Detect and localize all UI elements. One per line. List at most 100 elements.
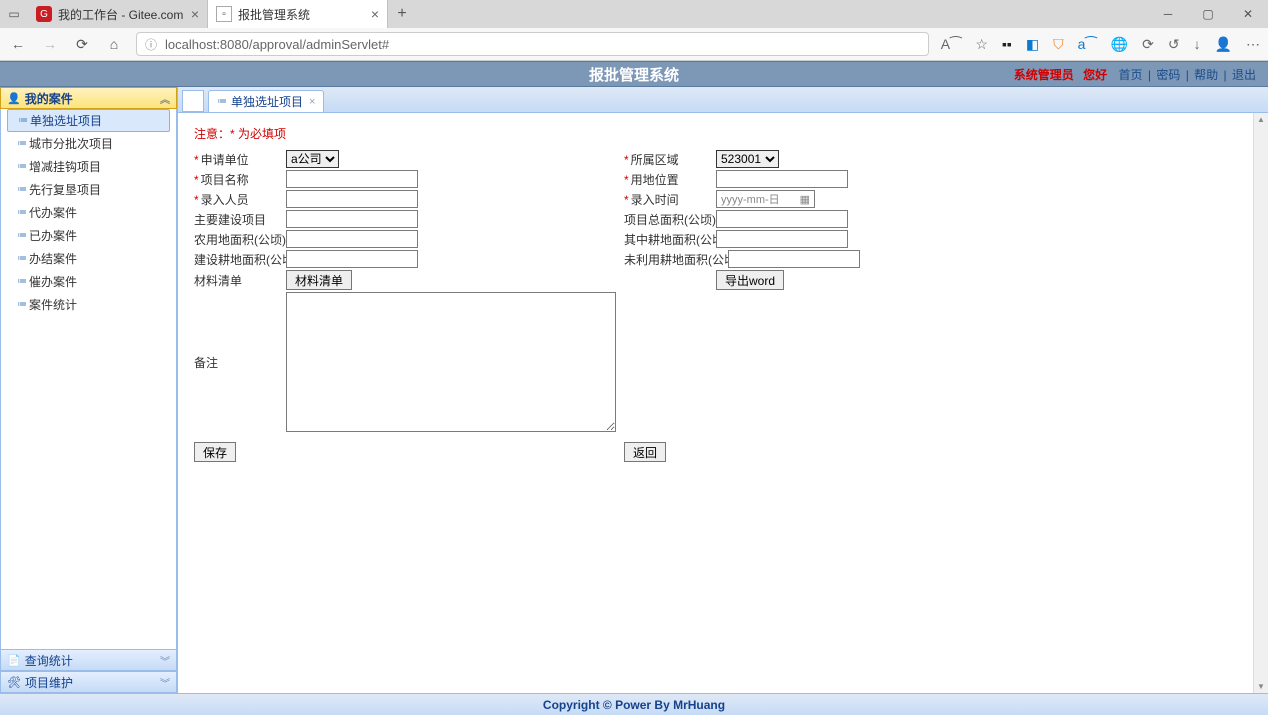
input-entry-time[interactable]: yyyy-mm-日 ▦: [716, 190, 815, 208]
list-icon: ≔: [17, 276, 25, 287]
sync-icon[interactable]: ⟳: [1142, 36, 1154, 53]
list-icon: ≔: [217, 96, 225, 107]
input-farm-area[interactable]: [286, 230, 418, 248]
sidebar-item-increase-hook[interactable]: ≔ 增减挂钩项目: [7, 155, 170, 178]
nav-logout-link[interactable]: 退出: [1232, 68, 1256, 82]
url-input[interactable]: [165, 37, 920, 52]
sidebar-item-label: 案件统计: [29, 296, 77, 313]
form-notice: 注意：* 为必填项: [194, 125, 1252, 142]
site-info-icon[interactable]: ⓘ: [145, 36, 157, 53]
input-cultivated-area[interactable]: [716, 230, 848, 248]
profile-avatar-icon[interactable]: 👤: [1215, 36, 1232, 53]
input-unused-cultivated[interactable]: [728, 250, 860, 268]
close-window-button[interactable]: ✕: [1228, 0, 1268, 28]
nav-password-link[interactable]: 密码: [1156, 68, 1180, 82]
nav-home-link[interactable]: 首页: [1119, 68, 1143, 82]
sidebar: 👤 我的案件 ︽ ≔单独选址项目 ≔城市分批次项目 ≔ 增减挂钩项目 ≔先行复垦项…: [0, 87, 178, 693]
date-placeholder: yyyy-mm-日: [721, 191, 780, 207]
panel-header-my-cases[interactable]: 👤 我的案件 ︽: [0, 87, 177, 109]
save-button[interactable]: 保存: [194, 442, 236, 462]
globe-icon[interactable]: 🌐: [1111, 36, 1128, 53]
panel-body-my-cases: ≔单独选址项目 ≔城市分批次项目 ≔ 增减挂钩项目 ≔先行复垦项目 ≔代办案件 ≔…: [0, 109, 177, 649]
back-button[interactable]: 返回: [624, 442, 666, 462]
history-icon[interactable]: ↺: [1168, 36, 1180, 53]
list-icon: ≔: [17, 138, 25, 149]
expand-icon[interactable]: ︾: [160, 653, 170, 668]
label-main-build: 主要建设项目: [194, 211, 286, 228]
maximize-button[interactable]: ▢: [1188, 0, 1228, 28]
greeting: 您好: [1083, 68, 1107, 82]
back-button[interactable]: ←: [8, 36, 28, 52]
input-build-cultivated[interactable]: [286, 250, 418, 268]
panel-header-query-stats[interactable]: 📄 查询统计 ︾: [0, 649, 177, 671]
list-icon: ≔: [18, 115, 26, 126]
label-apply-unit: 申请单位: [201, 153, 249, 167]
label-land-location: 用地位置: [631, 173, 679, 187]
input-entry-person[interactable]: [286, 190, 418, 208]
refresh-button[interactable]: ⟳: [72, 36, 92, 53]
input-total-area[interactable]: [716, 210, 848, 228]
nav-help-link[interactable]: 帮助: [1194, 68, 1218, 82]
translate-icon[interactable]: a⁀: [1078, 36, 1097, 53]
sidebar-item-urge[interactable]: ≔ 催办案件: [7, 270, 170, 293]
blank-tab-slot[interactable]: [182, 90, 204, 112]
sidebar-item-stats[interactable]: ≔案件统计: [7, 293, 170, 316]
textarea-remark[interactable]: [286, 292, 616, 432]
calendar-icon[interactable]: ▦: [800, 193, 810, 206]
label-remark: 备注: [194, 354, 286, 371]
tab-title: 我的工作台 - Gitee.com: [58, 6, 185, 23]
panel-title: 查询统计: [25, 652, 73, 669]
export-word-button[interactable]: 导出word: [716, 270, 784, 290]
tab-overview-icon[interactable]: ▭: [0, 7, 28, 21]
download-icon[interactable]: ↓: [1194, 36, 1201, 52]
sidebar-item-pending[interactable]: ≔代办案件: [7, 201, 170, 224]
sidebar-item-single-site[interactable]: ≔单独选址项目: [7, 109, 170, 132]
label-unused-cultivated: 未利用耕地面积(公顷): [624, 251, 728, 268]
browser-chrome: ▭ G 我的工作台 - Gitee.com × ▫ 报批管理系统 × + ─ ▢…: [0, 0, 1268, 61]
input-land-location[interactable]: [716, 170, 848, 188]
list-icon: ≔: [17, 184, 25, 195]
material-list-button[interactable]: 材料清单: [286, 270, 352, 290]
sidebar-item-label: 增减挂钩项目: [29, 158, 101, 175]
minimize-button[interactable]: ─: [1148, 0, 1188, 28]
shield-icon[interactable]: ⛉: [1053, 36, 1064, 53]
forward-button[interactable]: →: [40, 36, 60, 52]
panel-header-project-maint[interactable]: 🛠 项目维护 ︾: [0, 671, 177, 693]
read-aloud-icon[interactable]: A⁀: [941, 36, 962, 53]
content-tab-single-site[interactable]: ≔ 单独选址项目 ×: [208, 90, 324, 112]
input-project-name[interactable]: [286, 170, 418, 188]
tab-close-icon[interactable]: ×: [191, 6, 199, 22]
home-button[interactable]: ⌂: [104, 36, 124, 52]
list-icon: ≔: [17, 253, 25, 264]
browser-tab-gitee[interactable]: G 我的工作台 - Gitee.com ×: [28, 0, 208, 28]
browser-tab-active[interactable]: ▫ 报批管理系统 ×: [208, 0, 388, 28]
app-footer: Copyright © Power By MrHuang: [0, 693, 1268, 715]
form-area: 注意：* 为必填项 *申请单位 a公司 *所属区域 523001 *项目名称 *…: [178, 113, 1268, 693]
expand-icon[interactable]: ︾: [160, 675, 170, 690]
new-tab-button[interactable]: +: [388, 5, 416, 23]
tab-close-icon[interactable]: ×: [371, 6, 379, 22]
select-apply-unit[interactable]: a公司: [286, 150, 339, 168]
app-title: 报批管理系统: [589, 64, 679, 85]
label-material-list: 材料清单: [194, 272, 286, 289]
tab-close-icon[interactable]: ×: [309, 96, 315, 108]
collapse-icon[interactable]: ︽: [160, 91, 170, 106]
more-icon[interactable]: ⋯: [1246, 36, 1260, 53]
list-icon: ≔: [17, 230, 25, 241]
label-project-name: 项目名称: [201, 173, 249, 187]
url-bar[interactable]: ⓘ: [136, 32, 929, 56]
sidebar-item-label: 催办案件: [29, 273, 77, 290]
label-region: 所属区域: [631, 153, 679, 167]
sidebar-item-closed[interactable]: ≔办结案件: [7, 247, 170, 270]
input-main-build[interactable]: [286, 210, 418, 228]
select-region[interactable]: 523001: [716, 150, 779, 168]
vertical-scrollbar[interactable]: [1253, 113, 1268, 693]
list-icon: ≔: [17, 161, 25, 172]
admin-label: 系统管理员: [1014, 68, 1074, 82]
extension-icon[interactable]: ▪▪: [1002, 36, 1012, 52]
favorite-icon[interactable]: ☆: [975, 36, 988, 53]
sidebar-item-city-batch[interactable]: ≔城市分批次项目: [7, 132, 170, 155]
sidebar-item-reclamation[interactable]: ≔先行复垦项目: [7, 178, 170, 201]
extension-icon[interactable]: ◧: [1026, 36, 1039, 53]
sidebar-item-handled[interactable]: ≔已办案件: [7, 224, 170, 247]
